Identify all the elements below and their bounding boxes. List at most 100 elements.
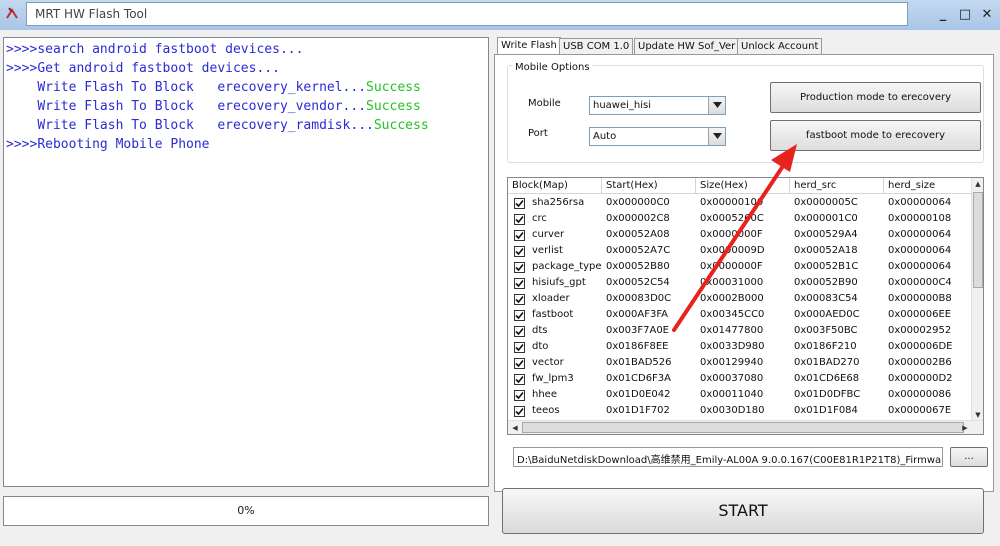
column-header[interactable]: Block(Map) — [508, 178, 602, 194]
table-cell: xloader — [532, 293, 570, 304]
table-cell: vector — [532, 357, 564, 368]
chevron-down-icon[interactable] — [708, 128, 725, 145]
table-row[interactable]: crc 0x000002C8 0x0005260C 0x000001C0 0x00000… — [508, 211, 973, 227]
firmware-path-field[interactable]: D:\BaiduNetdiskDownload\高维禁用_Emily-AL00A… — [513, 447, 943, 467]
table-row[interactable]: dto 0x0186F8EE 0x0033D980 0x0186F210 0x00000… — [508, 339, 973, 355]
column-header[interactable]: Start(Hex) — [602, 178, 696, 194]
vertical-scrollbar[interactable]: ▲ ▼ — [971, 178, 983, 421]
table-row[interactable]: fw_lpm3 0x01CD6F3A 0x00037080 0x01CD6E68 0x0… — [508, 371, 973, 387]
checkbox[interactable] — [514, 326, 525, 337]
table-cell: 0x000529A4 — [794, 229, 858, 240]
tab-unlock-account[interactable]: Unlock Account — [737, 38, 823, 54]
scroll-left-icon[interactable]: ◀ — [509, 422, 521, 434]
fastboot-mode-button[interactable]: fastboot mode to erecovery — [770, 120, 981, 151]
tab-write-flash[interactable]: Write Flash — [497, 37, 561, 54]
chevron-down-icon[interactable] — [708, 97, 725, 114]
table-row[interactable]: sha256rsa 0x000000C0 0x00000100 0x0000005C 0… — [508, 195, 973, 211]
scroll-thumb[interactable] — [522, 422, 964, 433]
partition-table[interactable]: Block(Map) Start(Hex) Size(Hex) herd_src… — [507, 177, 984, 435]
table-row[interactable]: package_type 0x00052B80 0x0000000F 0x00052B… — [508, 259, 973, 275]
horizontal-scrollbar[interactable]: ◀ ▶ — [508, 420, 983, 434]
table-row[interactable]: teeos 0x01D1F702 0x0030D180 0x01D1F084 0x000… — [508, 403, 973, 419]
table-cell: 0x000000B8 — [888, 293, 952, 304]
checkmark-icon — [515, 311, 524, 320]
table-cell: 0x00002952 — [888, 325, 952, 336]
table-cell: 0x00052B1C — [794, 261, 859, 272]
tab-update-hw-sof-ver[interactable]: Update HW Sof_Ver — [634, 38, 740, 54]
checkbox[interactable] — [514, 294, 525, 305]
checkbox[interactable] — [514, 406, 525, 417]
log-prefix: >>>> — [6, 61, 38, 76]
checkbox[interactable] — [514, 246, 525, 257]
table-cell: 0x00031000 — [700, 277, 764, 288]
tab-usb-com[interactable]: USB COM 1.0 — [559, 38, 634, 54]
table-cell: dts — [532, 325, 548, 336]
log-line: Write Flash To Block erecovery_vendor...… — [6, 97, 486, 116]
checkbox[interactable] — [514, 262, 525, 273]
checkbox[interactable] — [514, 230, 525, 241]
table-row[interactable]: vector 0x01BAD526 0x00129940 0x01BAD270 0x00… — [508, 355, 973, 371]
checkbox[interactable] — [514, 310, 525, 321]
table-row[interactable]: curver 0x00052A08 0x0000000F 0x000529A4 0x00… — [508, 227, 973, 243]
app-icon — [6, 7, 18, 19]
table-cell: 0x0000000F — [700, 261, 763, 272]
progress-text: 0% — [237, 504, 255, 517]
table-cell: 0x00052A18 — [794, 245, 858, 256]
checkmark-icon — [515, 327, 524, 336]
production-mode-button[interactable]: Production mode to erecovery — [770, 82, 981, 113]
table-cell: hhee — [532, 389, 557, 400]
table-cell: 0x000001C0 — [794, 213, 858, 224]
log-status: Success — [373, 118, 429, 133]
table-cell: 0x00037080 — [700, 373, 764, 384]
checkbox[interactable] — [514, 374, 525, 385]
table-cell: hisiufs_gpt — [532, 277, 586, 288]
table-cell: 0x00083D0C — [606, 293, 672, 304]
table-cell: 0x000002C8 — [606, 213, 670, 224]
log-line: >>>>Get android fastboot devices... — [6, 59, 486, 78]
table-row[interactable]: xloader 0x00083D0C 0x0002B000 0x00083C54 0x0… — [508, 291, 973, 307]
table-row[interactable]: dts 0x003F7A0E 0x01477800 0x003F50BC 0x00002… — [508, 323, 973, 339]
table-row[interactable]: fastboot 0x000AF3FA 0x00345CC0 0x000AED0C 0x… — [508, 307, 973, 323]
mobile-select-value: huawei_hisi — [593, 100, 652, 111]
table-row[interactable]: verlist 0x00052A7C 0x0000009D 0x00052A18 0x0… — [508, 243, 973, 259]
checkbox[interactable] — [514, 358, 525, 369]
checkbox[interactable] — [514, 198, 525, 209]
app-window: MRT HW Flash Tool _ □ ✕ >>>>search andro… — [0, 0, 1000, 546]
log-line: Write Flash To Block erecovery_ramdisk..… — [6, 116, 486, 135]
table-row[interactable]: hhee 0x01D0E042 0x00011040 0x01D0DFBC 0x0000… — [508, 387, 973, 403]
scroll-up-icon[interactable]: ▲ — [972, 178, 983, 190]
table-cell: dto — [532, 341, 549, 352]
minimize-icon[interactable]: _ — [934, 6, 952, 24]
table-row[interactable]: hisiufs_gpt 0x00052C54 0x00031000 0x00052B9… — [508, 275, 973, 291]
start-button[interactable]: START — [502, 488, 984, 534]
log-line-text: Rebooting Mobile Phone — [37, 137, 210, 152]
table-cell: 0x00052B90 — [794, 277, 858, 288]
checkbox[interactable] — [514, 278, 525, 289]
close-icon[interactable]: ✕ — [978, 6, 996, 24]
table-cell: 0x00000086 — [888, 389, 952, 400]
mobile-options-label: Mobile Options — [513, 62, 592, 73]
log-line-text: Write Flash To Block erecovery_kernel... — [37, 80, 367, 95]
column-header[interactable]: herd_size — [884, 178, 973, 194]
port-select[interactable]: Auto — [589, 127, 726, 146]
checkbox[interactable] — [514, 390, 525, 401]
log-line: Write Flash To Block erecovery_kernel...… — [6, 78, 486, 97]
log-output[interactable]: >>>>search android fastboot devices... >>… — [3, 37, 489, 487]
checkbox[interactable] — [514, 342, 525, 353]
scroll-thumb[interactable] — [973, 192, 983, 288]
column-header[interactable]: herd_src — [790, 178, 884, 194]
table-cell: teeos — [532, 405, 560, 416]
log-line: >>>>search android fastboot devices... — [6, 40, 486, 59]
column-header[interactable]: Size(Hex) — [696, 178, 790, 194]
title-bar[interactable]: MRT HW Flash Tool _ □ ✕ — [0, 0, 1000, 30]
log-line-text: Get android fastboot devices... — [37, 61, 280, 76]
scroll-right-icon[interactable]: ▶ — [959, 422, 971, 434]
maximize-icon[interactable]: □ — [956, 6, 974, 24]
table-cell: 0x00052A08 — [606, 229, 670, 240]
mobile-select[interactable]: huawei_hisi — [589, 96, 726, 115]
checkbox[interactable] — [514, 214, 525, 225]
log-line-text: Write Flash To Block erecovery_ramdisk..… — [37, 118, 374, 133]
browse-button[interactable]: ... — [950, 447, 988, 467]
table-cell: 0x000AED0C — [794, 309, 860, 320]
checkmark-icon — [515, 391, 524, 400]
